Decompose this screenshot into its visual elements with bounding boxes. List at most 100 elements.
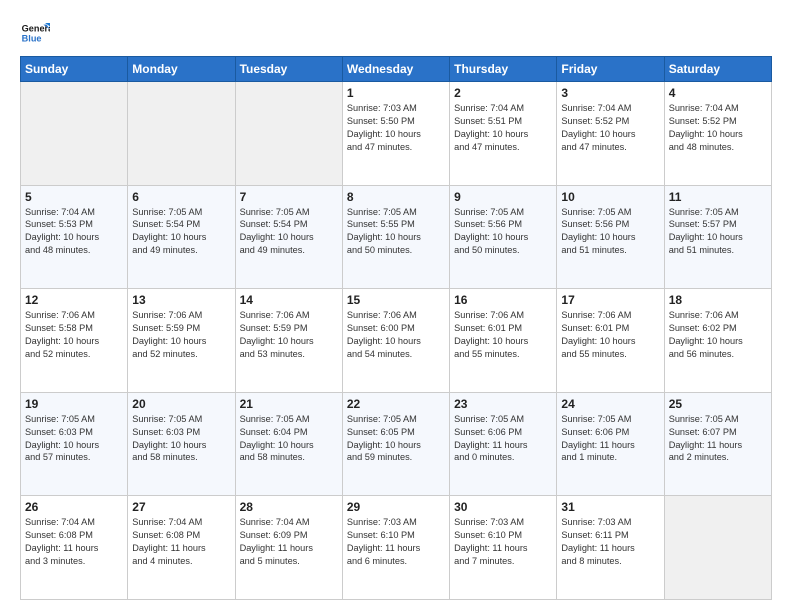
calendar-cell: 11 Sunrise: 7:05 AMSunset: 5:57 PMDayligh… bbox=[664, 185, 771, 289]
cell-info: Sunrise: 7:04 AMSunset: 6:08 PMDaylight:… bbox=[25, 516, 123, 568]
day-number: 25 bbox=[669, 397, 767, 411]
cell-info: Sunrise: 7:05 AMSunset: 6:05 PMDaylight:… bbox=[347, 413, 445, 465]
day-number: 6 bbox=[132, 190, 230, 204]
day-number: 22 bbox=[347, 397, 445, 411]
cell-info: Sunrise: 7:05 AMSunset: 6:04 PMDaylight:… bbox=[240, 413, 338, 465]
calendar-cell: 26 Sunrise: 7:04 AMSunset: 6:08 PMDayligh… bbox=[21, 496, 128, 600]
day-number: 1 bbox=[347, 86, 445, 100]
cell-info: Sunrise: 7:03 AMSunset: 5:50 PMDaylight:… bbox=[347, 102, 445, 154]
day-number: 24 bbox=[561, 397, 659, 411]
calendar-cell: 18 Sunrise: 7:06 AMSunset: 6:02 PMDayligh… bbox=[664, 289, 771, 393]
day-number: 23 bbox=[454, 397, 552, 411]
cell-info: Sunrise: 7:05 AMSunset: 5:54 PMDaylight:… bbox=[240, 206, 338, 258]
day-number: 12 bbox=[25, 293, 123, 307]
calendar-cell: 19 Sunrise: 7:05 AMSunset: 6:03 PMDayligh… bbox=[21, 392, 128, 496]
cell-info: Sunrise: 7:04 AMSunset: 5:51 PMDaylight:… bbox=[454, 102, 552, 154]
cell-info: Sunrise: 7:05 AMSunset: 6:06 PMDaylight:… bbox=[454, 413, 552, 465]
calendar-cell: 28Sunrise: 7:04 AMSunset: 6:09 PMDayligh… bbox=[235, 496, 342, 600]
calendar-cell: 15 Sunrise: 7:06 AMSunset: 6:00 PMDayligh… bbox=[342, 289, 449, 393]
calendar-cell: 21 Sunrise: 7:05 AMSunset: 6:04 PMDayligh… bbox=[235, 392, 342, 496]
calendar-table: SundayMondayTuesdayWednesdayThursdayFrid… bbox=[20, 56, 772, 600]
cell-info: Sunrise: 7:06 AMSunset: 5:59 PMDaylight:… bbox=[132, 309, 230, 361]
day-number: 30 bbox=[454, 500, 552, 514]
calendar-cell: 23 Sunrise: 7:05 AMSunset: 6:06 PMDayligh… bbox=[450, 392, 557, 496]
day-number: 13 bbox=[132, 293, 230, 307]
calendar-cell: 31 Sunrise: 7:03 AMSunset: 6:11 PMDayligh… bbox=[557, 496, 664, 600]
calendar-cell: 30 Sunrise: 7:03 AMSunset: 6:10 PMDayligh… bbox=[450, 496, 557, 600]
day-number: 14 bbox=[240, 293, 338, 307]
svg-text:Blue: Blue bbox=[22, 33, 42, 43]
page: General Blue SundayMondayTuesdayWednesda… bbox=[0, 0, 792, 612]
weekday-header-saturday: Saturday bbox=[664, 57, 771, 82]
day-number: 10 bbox=[561, 190, 659, 204]
calendar-cell bbox=[128, 82, 235, 186]
day-number: 11 bbox=[669, 190, 767, 204]
calendar-cell: 27 Sunrise: 7:04 AMSunset: 6:08 PMDayligh… bbox=[128, 496, 235, 600]
cell-info: Sunrise: 7:06 AMSunset: 6:02 PMDaylight:… bbox=[669, 309, 767, 361]
weekday-header-wednesday: Wednesday bbox=[342, 57, 449, 82]
day-number: 17 bbox=[561, 293, 659, 307]
calendar-cell: 10 Sunrise: 7:05 AMSunset: 5:56 PMDayligh… bbox=[557, 185, 664, 289]
weekday-header-tuesday: Tuesday bbox=[235, 57, 342, 82]
day-number: 8 bbox=[347, 190, 445, 204]
calendar-cell: 3Sunrise: 7:04 AMSunset: 5:52 PMDaylight… bbox=[557, 82, 664, 186]
cell-info: Sunrise: 7:05 AMSunset: 6:06 PMDaylight:… bbox=[561, 413, 659, 465]
calendar-cell: 12 Sunrise: 7:06 AMSunset: 5:58 PMDayligh… bbox=[21, 289, 128, 393]
day-number: 4 bbox=[669, 86, 767, 100]
cell-info: Sunrise: 7:05 AMSunset: 5:55 PMDaylight:… bbox=[347, 206, 445, 258]
weekday-header-friday: Friday bbox=[557, 57, 664, 82]
cell-info: Sunrise: 7:05 AMSunset: 5:57 PMDaylight:… bbox=[669, 206, 767, 258]
calendar-cell: 6 Sunrise: 7:05 AMSunset: 5:54 PMDaylight… bbox=[128, 185, 235, 289]
day-number: 5 bbox=[25, 190, 123, 204]
calendar-cell bbox=[21, 82, 128, 186]
cell-info: Sunrise: 7:04 AMSunset: 5:52 PMDaylight:… bbox=[669, 102, 767, 154]
day-number: 31 bbox=[561, 500, 659, 514]
day-number: 15 bbox=[347, 293, 445, 307]
cell-info: Sunrise: 7:05 AMSunset: 5:56 PMDaylight:… bbox=[454, 206, 552, 258]
calendar-cell: 2 Sunrise: 7:04 AMSunset: 5:51 PMDaylight… bbox=[450, 82, 557, 186]
cell-info: Sunrise: 7:05 AMSunset: 5:56 PMDaylight:… bbox=[561, 206, 659, 258]
calendar-cell: 14 Sunrise: 7:06 AMSunset: 5:59 PMDayligh… bbox=[235, 289, 342, 393]
day-number: 26 bbox=[25, 500, 123, 514]
cell-info: Sunrise: 7:04 AMSunset: 5:53 PMDaylight:… bbox=[25, 206, 123, 258]
calendar-cell: 25Sunrise: 7:05 AMSunset: 6:07 PMDayligh… bbox=[664, 392, 771, 496]
logo: General Blue bbox=[20, 18, 50, 48]
calendar-cell: 24 Sunrise: 7:05 AMSunset: 6:06 PMDayligh… bbox=[557, 392, 664, 496]
day-number: 16 bbox=[454, 293, 552, 307]
calendar-cell: 17 Sunrise: 7:06 AMSunset: 6:01 PMDayligh… bbox=[557, 289, 664, 393]
calendar-cell bbox=[664, 496, 771, 600]
calendar-cell: 1 Sunrise: 7:03 AMSunset: 5:50 PMDaylight… bbox=[342, 82, 449, 186]
cell-info: Sunrise: 7:05 AMSunset: 5:54 PMDaylight:… bbox=[132, 206, 230, 258]
cell-info: Sunrise: 7:03 AMSunset: 6:10 PMDaylight:… bbox=[454, 516, 552, 568]
day-number: 20 bbox=[132, 397, 230, 411]
day-number: 2 bbox=[454, 86, 552, 100]
cell-info: Sunrise: 7:06 AMSunset: 5:59 PMDaylight:… bbox=[240, 309, 338, 361]
weekday-header-monday: Monday bbox=[128, 57, 235, 82]
calendar-cell: 9Sunrise: 7:05 AMSunset: 5:56 PMDaylight… bbox=[450, 185, 557, 289]
day-number: 18 bbox=[669, 293, 767, 307]
day-number: 7 bbox=[240, 190, 338, 204]
day-number: 27 bbox=[132, 500, 230, 514]
calendar-cell: 29Sunrise: 7:03 AMSunset: 6:10 PMDayligh… bbox=[342, 496, 449, 600]
calendar-cell: 22 Sunrise: 7:05 AMSunset: 6:05 PMDayligh… bbox=[342, 392, 449, 496]
cell-info: Sunrise: 7:05 AMSunset: 6:03 PMDaylight:… bbox=[132, 413, 230, 465]
calendar-cell bbox=[235, 82, 342, 186]
day-number: 19 bbox=[25, 397, 123, 411]
cell-info: Sunrise: 7:06 AMSunset: 6:01 PMDaylight:… bbox=[561, 309, 659, 361]
cell-info: Sunrise: 7:06 AMSunset: 6:00 PMDaylight:… bbox=[347, 309, 445, 361]
cell-info: Sunrise: 7:05 AMSunset: 6:03 PMDaylight:… bbox=[25, 413, 123, 465]
day-number: 28 bbox=[240, 500, 338, 514]
cell-info: Sunrise: 7:06 AMSunset: 6:01 PMDaylight:… bbox=[454, 309, 552, 361]
calendar-cell: 5 Sunrise: 7:04 AMSunset: 5:53 PMDaylight… bbox=[21, 185, 128, 289]
cell-info: Sunrise: 7:04 AMSunset: 5:52 PMDaylight:… bbox=[561, 102, 659, 154]
logo-icon: General Blue bbox=[20, 18, 50, 48]
calendar-cell: 4 Sunrise: 7:04 AMSunset: 5:52 PMDaylight… bbox=[664, 82, 771, 186]
cell-info: Sunrise: 7:03 AMSunset: 6:11 PMDaylight:… bbox=[561, 516, 659, 568]
calendar-cell: 13 Sunrise: 7:06 AMSunset: 5:59 PMDayligh… bbox=[128, 289, 235, 393]
cell-info: Sunrise: 7:06 AMSunset: 5:58 PMDaylight:… bbox=[25, 309, 123, 361]
day-number: 29 bbox=[347, 500, 445, 514]
calendar-cell: 8 Sunrise: 7:05 AMSunset: 5:55 PMDaylight… bbox=[342, 185, 449, 289]
cell-info: Sunrise: 7:04 AMSunset: 6:08 PMDaylight:… bbox=[132, 516, 230, 568]
day-number: 21 bbox=[240, 397, 338, 411]
weekday-header-thursday: Thursday bbox=[450, 57, 557, 82]
